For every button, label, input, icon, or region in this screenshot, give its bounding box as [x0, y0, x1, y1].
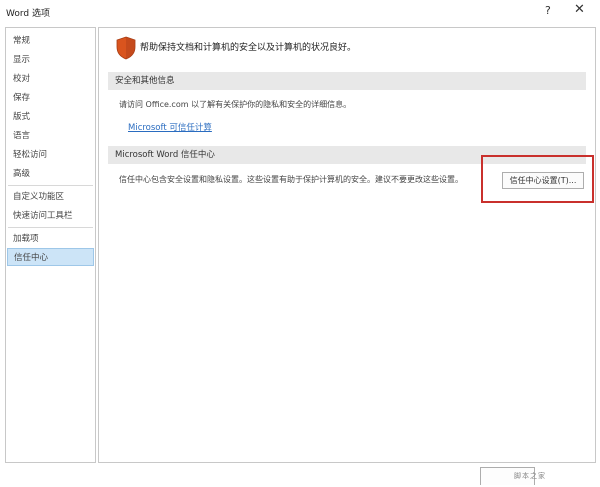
sidebar-item-trust-center[interactable]: 信任中心 — [7, 248, 94, 266]
trust-center-panel: 帮助保持文档和计算机的安全以及计算机的状况良好。 安全和其他信息 请访问 Off… — [98, 27, 596, 463]
page-headline: 帮助保持文档和计算机的安全以及计算机的状况良好。 — [140, 43, 357, 53]
trustworthy-computing-link[interactable]: Microsoft 可信任计算 — [128, 121, 212, 133]
sidebar-item-customize-ribbon[interactable]: 自定义功能区 — [7, 188, 94, 206]
sidebar-item-add-ins[interactable]: 加载项 — [7, 230, 94, 248]
watermark: 脚本之家 — [514, 472, 546, 480]
close-button[interactable]: ✕ — [574, 2, 585, 17]
sidebar-item-proofing[interactable]: 校对 — [7, 70, 94, 88]
title-bar: Word 选项 ? ✕ — [0, 0, 600, 26]
security-section-title: 安全和其他信息 — [108, 72, 586, 90]
options-sidebar: 常规 显示 校对 保存 版式 语言 轻松访问 高级 自定义功能区 快速访问工具栏… — [5, 27, 96, 463]
help-button[interactable]: ? — [545, 4, 551, 17]
shield-icon — [116, 36, 136, 63]
sidebar-divider — [8, 185, 93, 186]
window-title: Word 选项 — [6, 9, 50, 19]
sidebar-item-layout[interactable]: 版式 — [7, 108, 94, 126]
button-highlight-box — [481, 155, 594, 203]
sidebar-item-language[interactable]: 语言 — [7, 127, 94, 145]
sidebar-item-display[interactable]: 显示 — [7, 51, 94, 69]
sidebar-item-quick-access-toolbar[interactable]: 快速访问工具栏 — [7, 207, 94, 225]
sidebar-divider — [8, 227, 93, 228]
sidebar-item-save[interactable]: 保存 — [7, 89, 94, 107]
sidebar-item-advanced[interactable]: 高级 — [7, 165, 94, 183]
security-section-text: 请访问 Office.com 以了解有关保护你的隐私和安全的详细信息。 — [119, 100, 352, 109]
trust-section-text: 信任中心包含安全设置和隐私设置。这些设置有助于保护计算机的安全。建议不要更改这些… — [119, 175, 463, 184]
sidebar-item-accessibility[interactable]: 轻松访问 — [7, 146, 94, 164]
sidebar-item-general[interactable]: 常规 — [7, 32, 94, 50]
